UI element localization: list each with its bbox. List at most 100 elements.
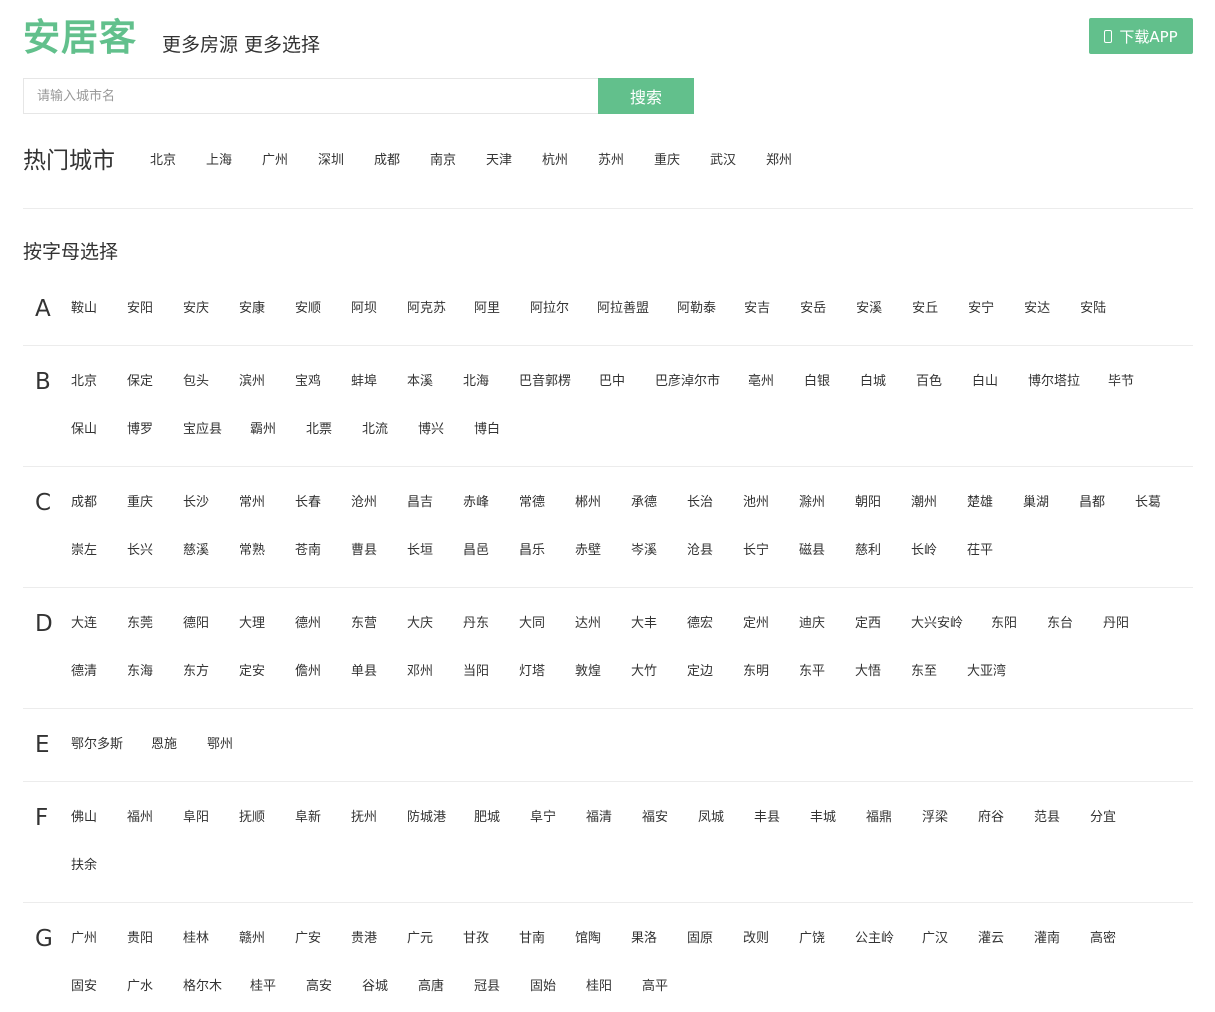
city-link[interactable]: 公主岭 xyxy=(855,915,894,963)
city-link[interactable]: 安达 xyxy=(1024,285,1052,333)
city-link[interactable]: 固始 xyxy=(530,963,558,1011)
city-link[interactable]: 果洛 xyxy=(631,915,659,963)
city-link[interactable]: 安阳 xyxy=(127,285,155,333)
city-link[interactable]: 固原 xyxy=(687,915,715,963)
city-link[interactable]: 广水 xyxy=(127,963,155,1011)
city-link[interactable]: 巴音郭楞 xyxy=(519,358,571,406)
city-link[interactable]: 巴中 xyxy=(599,358,627,406)
city-link[interactable]: 大同 xyxy=(519,600,547,648)
city-link[interactable]: 郴州 xyxy=(575,479,603,527)
city-link[interactable]: 长沙 xyxy=(183,479,211,527)
city-link[interactable]: 慈溪 xyxy=(183,527,211,575)
city-link[interactable]: 东阳 xyxy=(991,600,1019,648)
city-link[interactable]: 池州 xyxy=(743,479,771,527)
city-link[interactable]: 昌都 xyxy=(1079,479,1107,527)
city-link[interactable]: 巢湖 xyxy=(1023,479,1051,527)
city-link[interactable]: 谷城 xyxy=(362,963,390,1011)
city-link[interactable]: 大丰 xyxy=(631,600,659,648)
city-link[interactable]: 分宜 xyxy=(1090,794,1118,842)
city-link[interactable]: 博罗 xyxy=(127,406,155,454)
city-search-input[interactable] xyxy=(23,78,598,114)
city-link[interactable]: 长垣 xyxy=(407,527,435,575)
city-link[interactable]: 贵港 xyxy=(351,915,379,963)
city-link[interactable]: 潮州 xyxy=(911,479,939,527)
hot-city-link[interactable]: 天津 xyxy=(486,151,542,171)
city-link[interactable]: 白银 xyxy=(804,358,832,406)
city-link[interactable]: 常德 xyxy=(519,479,547,527)
city-link[interactable]: 毕节 xyxy=(1108,358,1136,406)
city-link[interactable]: 甘孜 xyxy=(463,915,491,963)
city-link[interactable]: 桂林 xyxy=(183,915,211,963)
city-link[interactable]: 赤峰 xyxy=(463,479,491,527)
city-link[interactable]: 桂阳 xyxy=(586,963,614,1011)
city-link[interactable]: 福清 xyxy=(586,794,614,842)
city-link[interactable]: 沧州 xyxy=(351,479,379,527)
city-link[interactable]: 迪庆 xyxy=(799,600,827,648)
city-link[interactable]: 承德 xyxy=(631,479,659,527)
city-link[interactable]: 冠县 xyxy=(474,963,502,1011)
city-link[interactable]: 安庆 xyxy=(183,285,211,333)
city-link[interactable]: 福州 xyxy=(127,794,155,842)
hot-city-link[interactable]: 北京 xyxy=(150,151,206,171)
city-link[interactable]: 阜宁 xyxy=(530,794,558,842)
city-link[interactable]: 滁州 xyxy=(799,479,827,527)
city-link[interactable]: 肥城 xyxy=(474,794,502,842)
city-link[interactable]: 东方 xyxy=(183,648,211,696)
city-link[interactable]: 赣州 xyxy=(239,915,267,963)
city-link[interactable]: 朝阳 xyxy=(855,479,883,527)
city-link[interactable]: 东明 xyxy=(743,648,771,696)
city-link[interactable]: 高安 xyxy=(306,963,334,1011)
city-link[interactable]: 白城 xyxy=(860,358,888,406)
city-link[interactable]: 宝应县 xyxy=(183,406,222,454)
city-link[interactable]: 阿里 xyxy=(474,285,502,333)
city-link[interactable]: 恩施 xyxy=(151,721,179,769)
city-link[interactable]: 长葛 xyxy=(1135,479,1163,527)
city-link[interactable]: 北海 xyxy=(463,358,491,406)
city-link[interactable]: 浮梁 xyxy=(922,794,950,842)
city-link[interactable]: 鄂州 xyxy=(207,721,235,769)
city-link[interactable]: 德阳 xyxy=(183,600,211,648)
city-link[interactable]: 长治 xyxy=(687,479,715,527)
city-link[interactable]: 佛山 xyxy=(71,794,99,842)
city-link[interactable]: 抚顺 xyxy=(239,794,267,842)
city-link[interactable]: 高平 xyxy=(642,963,670,1011)
city-link[interactable]: 馆陶 xyxy=(575,915,603,963)
city-link[interactable]: 重庆 xyxy=(127,479,155,527)
city-link[interactable]: 巴彦淖尔市 xyxy=(655,358,720,406)
city-link[interactable]: 当阳 xyxy=(463,648,491,696)
city-link[interactable]: 高唐 xyxy=(418,963,446,1011)
city-link[interactable]: 贵阳 xyxy=(127,915,155,963)
city-link[interactable]: 东至 xyxy=(911,648,939,696)
city-link[interactable]: 鞍山 xyxy=(71,285,99,333)
city-link[interactable]: 包头 xyxy=(183,358,211,406)
city-link[interactable]: 东海 xyxy=(127,648,155,696)
hot-city-link[interactable]: 成都 xyxy=(374,151,430,171)
city-link[interactable]: 东平 xyxy=(799,648,827,696)
city-link[interactable]: 大连 xyxy=(71,600,99,648)
download-app-button[interactable]: 下载APP xyxy=(1089,18,1193,54)
city-link[interactable]: 白山 xyxy=(972,358,1000,406)
city-link[interactable]: 广饶 xyxy=(799,915,827,963)
city-link[interactable]: 德宏 xyxy=(687,600,715,648)
city-link[interactable]: 本溪 xyxy=(407,358,435,406)
city-link[interactable]: 阜新 xyxy=(295,794,323,842)
city-link[interactable]: 定西 xyxy=(855,600,883,648)
hot-city-link[interactable]: 杭州 xyxy=(542,151,598,171)
city-link[interactable]: 保山 xyxy=(71,406,99,454)
hot-city-link[interactable]: 深圳 xyxy=(318,151,374,171)
city-link[interactable]: 大竹 xyxy=(631,648,659,696)
city-link[interactable]: 福鼎 xyxy=(866,794,894,842)
hot-city-link[interactable]: 苏州 xyxy=(598,151,654,171)
city-link[interactable]: 昌乐 xyxy=(519,527,547,575)
city-link[interactable]: 扶余 xyxy=(71,842,99,890)
city-link[interactable]: 安溪 xyxy=(856,285,884,333)
city-link[interactable]: 慈利 xyxy=(855,527,883,575)
city-link[interactable]: 灌云 xyxy=(978,915,1006,963)
city-link[interactable]: 改则 xyxy=(743,915,771,963)
city-link[interactable]: 桂平 xyxy=(250,963,278,1011)
city-link[interactable]: 大理 xyxy=(239,600,267,648)
city-link[interactable]: 东台 xyxy=(1047,600,1075,648)
city-link[interactable]: 博兴 xyxy=(418,406,446,454)
hot-city-link[interactable]: 南京 xyxy=(430,151,486,171)
city-link[interactable]: 苍南 xyxy=(295,527,323,575)
